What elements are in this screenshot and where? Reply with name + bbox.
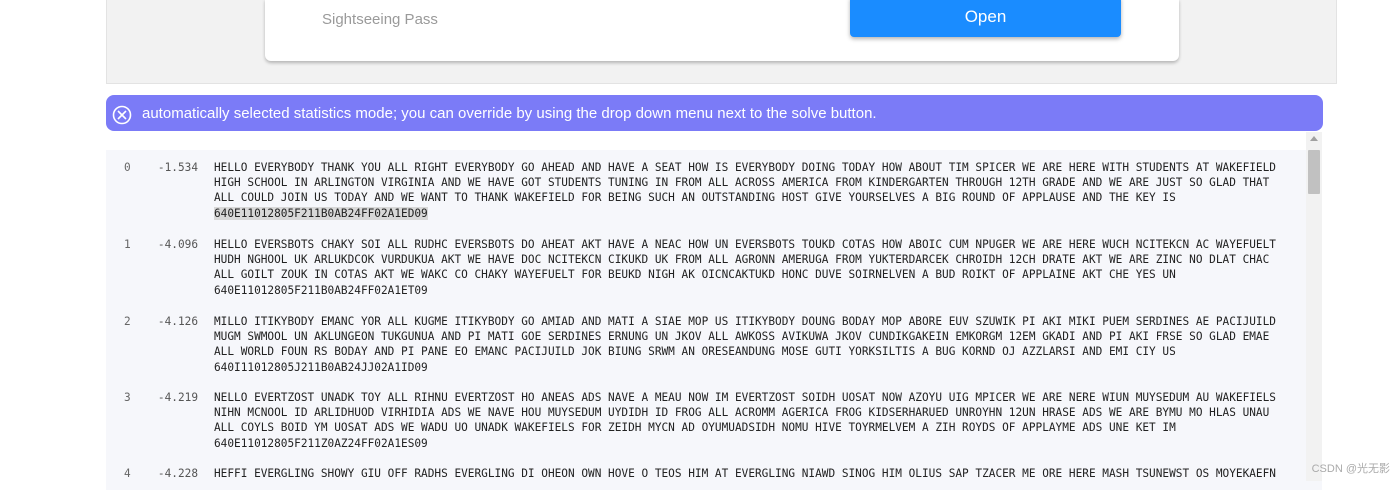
sightseeing-pass-label: Sightseeing Pass	[322, 11, 438, 28]
circle-x-icon[interactable]	[112, 105, 132, 125]
result-score: -4.096	[157, 238, 198, 251]
result-plaintext: HEFFI EVERGLING SHOWY GIU OFF RADHS EVER…	[214, 467, 1276, 480]
watermark: CSDN @光无影	[1311, 463, 1390, 475]
result-index: 0	[124, 161, 131, 174]
result-text: HELLO EVERYBODY THANK YOU ALL RIGHT EVER…	[214, 160, 1282, 221]
result-index: 2	[124, 315, 131, 328]
result-score: -4.219	[157, 391, 198, 404]
scroll-up-arrow-icon[interactable]	[1310, 136, 1318, 141]
result-score: -4.126	[157, 315, 198, 328]
top-panel: Sightseeing Pass Open	[106, 0, 1337, 84]
scroll-thumb[interactable]	[1308, 150, 1320, 194]
results-scrollbar[interactable]	[1306, 132, 1322, 481]
notice-text: automatically selected statistics mode; …	[142, 104, 877, 122]
result-text: MILLO ITIKYBODY EMANC YOR ALL KUGME ITIK…	[214, 314, 1282, 375]
result-index: 4	[124, 467, 131, 480]
result-score: -4.228	[157, 467, 198, 480]
result-key: 640E11012805F211B0AB24FF02A1ED09	[214, 206, 428, 220]
results-list: 0 -1.534 HELLO EVERYBODY THANK YOU ALL R…	[106, 150, 1322, 490]
result-text: HEFFI EVERGLING SHOWY GIU OFF RADHS EVER…	[214, 466, 1282, 481]
result-score: -1.534	[157, 161, 198, 174]
result-plaintext: NELLO EVERTZOST UNADK TOY ALL RIHNU EVER…	[214, 391, 1276, 435]
result-key: 640E11012805F211Z0AZ24FF02A1ES09	[214, 436, 428, 450]
result-index: 1	[124, 238, 131, 251]
sightseeing-pass-card: Sightseeing Pass Open	[265, 0, 1179, 61]
result-text: HELLO EVERSBOTS CHAKY SOI ALL RUDHC EVER…	[214, 237, 1282, 298]
result-index: 3	[124, 391, 131, 404]
result-plaintext: MILLO ITIKYBODY EMANC YOR ALL KUGME ITIK…	[214, 315, 1276, 359]
result-key: 640E11012805F211B0AB24FF02A1ET09	[214, 283, 428, 297]
statistics-mode-notice: automatically selected statistics mode; …	[106, 95, 1323, 131]
open-button[interactable]: Open	[850, 0, 1121, 37]
result-key: 640I11012805J211B0AB24JJ02A1ID09	[214, 360, 428, 374]
result-text: NELLO EVERTZOST UNADK TOY ALL RIHNU EVER…	[214, 390, 1282, 451]
result-plaintext: HELLO EVERSBOTS CHAKY SOI ALL RUDHC EVER…	[214, 238, 1276, 282]
result-plaintext: HELLO EVERYBODY THANK YOU ALL RIGHT EVER…	[214, 161, 1276, 205]
